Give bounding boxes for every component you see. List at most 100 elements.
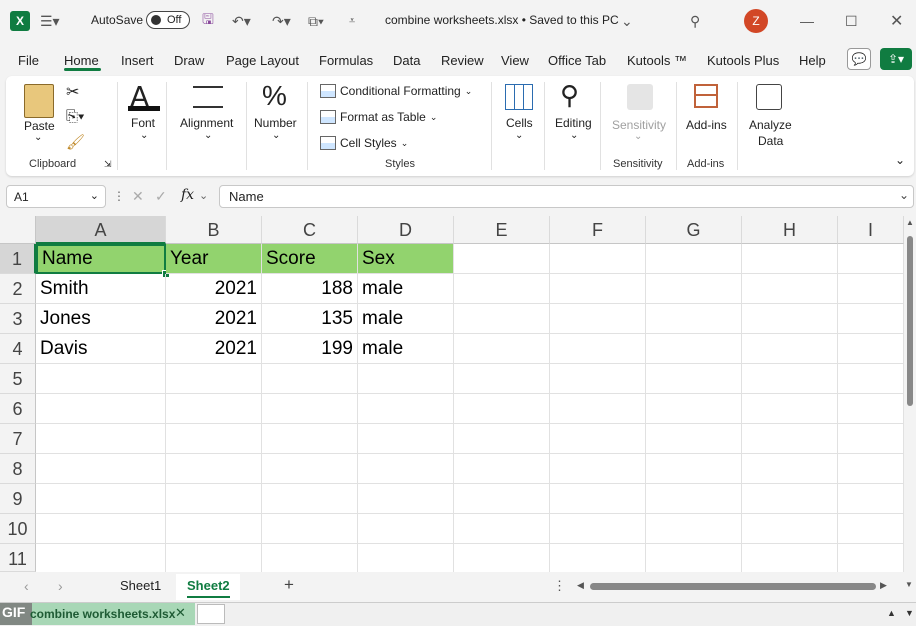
tab-formulas[interactable]: Formulas bbox=[319, 53, 373, 68]
paste-icon[interactable] bbox=[24, 84, 54, 118]
cells-icon[interactable] bbox=[505, 84, 533, 110]
grid-cell[interactable] bbox=[550, 484, 646, 514]
scroll-up-icon[interactable]: ▲ bbox=[906, 218, 914, 227]
alignment-label[interactable]: Alignment bbox=[180, 116, 233, 130]
formula-input[interactable]: Name bbox=[219, 185, 914, 208]
document-tab-label[interactable]: combine worksheets.xlsx bbox=[30, 607, 175, 621]
copy-icon[interactable]: ⎘▾ bbox=[66, 108, 84, 125]
grid-cell[interactable] bbox=[646, 304, 742, 334]
grid-cell[interactable] bbox=[838, 424, 904, 454]
vertical-scroll-thumb[interactable] bbox=[907, 236, 913, 406]
comments-button[interactable]: 💬 bbox=[847, 48, 871, 70]
sheet-tab-sheet2[interactable]: Sheet2 bbox=[187, 578, 230, 593]
grid-cell[interactable] bbox=[550, 514, 646, 544]
avatar[interactable]: Z bbox=[744, 9, 768, 33]
grid-cell[interactable] bbox=[742, 514, 838, 544]
grid-cell[interactable] bbox=[166, 454, 262, 484]
row-header-7[interactable]: 7 bbox=[0, 424, 36, 454]
column-header-h[interactable]: H bbox=[742, 216, 838, 244]
cells-chevron-down-icon[interactable]: ⌄ bbox=[515, 130, 523, 141]
cell-d1[interactable]: Sex bbox=[358, 244, 454, 274]
cells-label[interactable]: Cells bbox=[506, 116, 533, 130]
grid-cell[interactable] bbox=[166, 544, 262, 574]
grid-cell[interactable] bbox=[742, 364, 838, 394]
tab-kutools-plus[interactable]: Kutools Plus bbox=[707, 53, 779, 68]
grid-cell[interactable] bbox=[838, 274, 904, 304]
title-chevron-down-icon[interactable]: ⌄ bbox=[621, 10, 633, 32]
grid-cell[interactable] bbox=[454, 514, 550, 544]
grid-cell[interactable] bbox=[742, 304, 838, 334]
insert-function-icon[interactable]: fx bbox=[181, 187, 194, 203]
grid-cell[interactable] bbox=[358, 454, 454, 484]
grid-cell[interactable] bbox=[838, 244, 904, 274]
grid-cell[interactable] bbox=[550, 304, 646, 334]
column-header-d[interactable]: D bbox=[358, 216, 454, 244]
grid-cell[interactable] bbox=[454, 304, 550, 334]
grid-cell[interactable] bbox=[454, 544, 550, 574]
grid-cell[interactable] bbox=[262, 544, 358, 574]
document-title[interactable]: combine worksheets.xlsx • Saved to this … bbox=[385, 13, 619, 27]
undo-icon[interactable]: ↶▾ bbox=[232, 10, 251, 32]
cell-c1[interactable]: Score bbox=[262, 244, 358, 274]
grid-cell[interactable] bbox=[358, 424, 454, 454]
cell-d2[interactable]: male bbox=[358, 274, 454, 304]
grid-cell[interactable] bbox=[742, 274, 838, 304]
save-icon[interactable]: 🖫 bbox=[202, 10, 214, 32]
tab-view[interactable]: View bbox=[501, 53, 529, 68]
grid-cell[interactable] bbox=[742, 244, 838, 274]
addins-label[interactable]: Add-ins bbox=[686, 118, 727, 132]
grid-cell[interactable] bbox=[838, 304, 904, 334]
editing-chevron-down-icon[interactable]: ⌄ bbox=[570, 130, 578, 141]
grid-cell[interactable] bbox=[742, 544, 838, 574]
tab-office-tab[interactable]: Office Tab bbox=[548, 53, 606, 68]
cell-b4[interactable]: 2021 bbox=[166, 334, 262, 364]
row-header-6[interactable]: 6 bbox=[0, 394, 36, 424]
collapse-ribbon-chevron-down-icon[interactable]: ⌄ bbox=[895, 153, 905, 167]
grid-cell[interactable] bbox=[262, 394, 358, 424]
row-header-1[interactable]: 1 bbox=[0, 244, 36, 274]
clipboard-launcher-icon[interactable]: ⇲ bbox=[104, 159, 112, 170]
cell-d3[interactable]: male bbox=[358, 304, 454, 334]
alignment-icon[interactable] bbox=[193, 86, 223, 108]
enter-check-icon[interactable]: ✓ bbox=[155, 188, 167, 205]
row-header-5[interactable]: 5 bbox=[0, 364, 36, 394]
customize-menu-icon[interactable]: ☰▾ bbox=[40, 10, 60, 32]
grid-cell[interactable] bbox=[838, 364, 904, 394]
grid-cell[interactable] bbox=[454, 454, 550, 484]
row-header-3[interactable]: 3 bbox=[0, 304, 36, 334]
row-header-10[interactable]: 10 bbox=[0, 514, 36, 544]
analyze-data-label-2[interactable]: Data bbox=[758, 134, 783, 148]
fx-chevron-down-icon[interactable]: ⌄ bbox=[199, 189, 208, 202]
autosave-toggle[interactable]: Off bbox=[146, 11, 190, 29]
new-tab-button[interactable] bbox=[197, 604, 225, 624]
grid-cell[interactable] bbox=[646, 454, 742, 484]
tab-data[interactable]: Data bbox=[393, 53, 420, 68]
share-button[interactable]: ⇪▾ bbox=[880, 48, 912, 70]
grid-cell[interactable] bbox=[550, 334, 646, 364]
scroll-left-icon[interactable]: ◀ bbox=[577, 580, 584, 591]
column-header-f[interactable]: F bbox=[550, 216, 646, 244]
cell-b3[interactable]: 2021 bbox=[166, 304, 262, 334]
percent-icon[interactable]: % bbox=[262, 80, 287, 112]
paste-chevron-down-icon[interactable]: ⌄ bbox=[34, 132, 42, 143]
grid-cell[interactable] bbox=[358, 514, 454, 544]
row-header-4[interactable]: 4 bbox=[0, 334, 36, 364]
prev-sheet-icon[interactable]: ‹ bbox=[24, 578, 29, 594]
grid-cell[interactable] bbox=[454, 334, 550, 364]
quick-access-dropdown-icon[interactable]: ⩡ bbox=[349, 10, 355, 32]
grid-cell[interactable] bbox=[646, 394, 742, 424]
horizontal-scroll-thumb[interactable] bbox=[590, 583, 876, 590]
grid-cell[interactable] bbox=[550, 454, 646, 484]
grid-cell[interactable] bbox=[454, 424, 550, 454]
row-header-9[interactable]: 9 bbox=[0, 484, 36, 514]
grid-cell[interactable] bbox=[358, 394, 454, 424]
grid-cell[interactable] bbox=[550, 364, 646, 394]
grid-cell[interactable] bbox=[646, 274, 742, 304]
conditional-formatting-button[interactable]: Conditional Formatting ⌄ bbox=[320, 84, 472, 98]
cell-a2[interactable]: Smith bbox=[36, 274, 166, 304]
cell-styles-button[interactable]: Cell Styles ⌄ bbox=[320, 136, 408, 150]
analyze-data-icon[interactable] bbox=[756, 84, 782, 110]
minimize-icon[interactable]: — bbox=[800, 10, 814, 32]
tab-help[interactable]: Help bbox=[799, 53, 826, 68]
analyze-data-label-1[interactable]: Analyze bbox=[749, 118, 792, 132]
